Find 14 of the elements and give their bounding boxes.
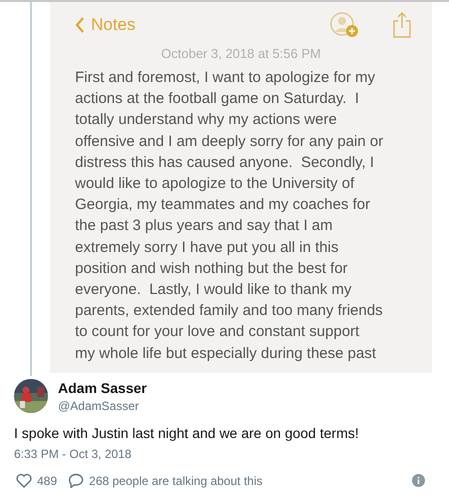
add-person-icon[interactable]: [330, 12, 360, 38]
comment-icon[interactable]: [68, 473, 84, 488]
author-handle[interactable]: @AdamSasser: [58, 398, 147, 412]
author-name[interactable]: Adam Sasser: [58, 380, 147, 396]
note-text: First and foremost, I want to apologize for my actions at the football game on Saturday. I totally understand why my actions were offensive and I am deeply sorry for any pain or distress this has caused anyone. Secondly, I would like to apologize to the University of Georgia, my teammates and my coaches for the past 3 plus years and say that I am extremely sorry I have put you all in this position and wish nothing but the best for everyone. Lastly, I would like to thank my parents, extended family and too many friends to count for your love and constant support my whole life but especially during these past: [75, 68, 384, 364]
heart-icon[interactable]: [16, 473, 32, 488]
share-icon[interactable]: [392, 12, 412, 38]
info-icon[interactable]: [412, 474, 425, 487]
like-count: 489: [37, 474, 58, 488]
chevron-left-icon: [75, 16, 85, 34]
tweet-time[interactable]: 6:33 PM - Oct 3, 2018: [0, 441, 449, 461]
note-date: October 3, 2018 at 5:56 PM: [160, 46, 322, 61]
tweet-text: I spoke with Justin last night and we are on good terms!: [13, 424, 360, 441]
talking-count[interactable]: 268 people are talking about this: [89, 474, 262, 488]
